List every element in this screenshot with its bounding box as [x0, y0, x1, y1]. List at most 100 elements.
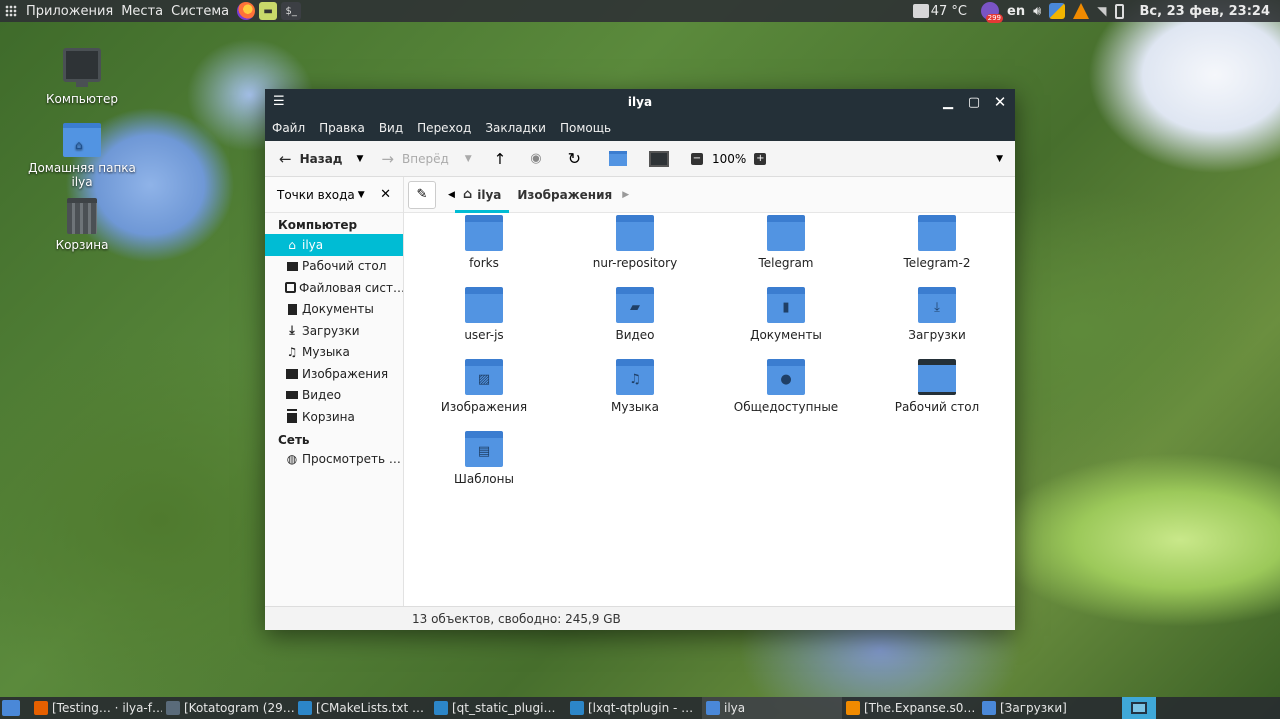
top-panel: Приложения Места Система ▬ $_ 47 °C 299 … [0, 0, 1280, 23]
sidebar-item-documents[interactable]: Документы [265, 299, 403, 321]
taskbar-item-label: ilya [724, 701, 746, 715]
sidebar-item-label: Рабочий стол [302, 259, 387, 274]
menu-file[interactable]: Файл [272, 121, 305, 135]
taskbar: [Testing… · ilya-f… [Kotatogram (29… [CMak… [0, 697, 1280, 719]
sidebar-item-videos[interactable]: Видео [265, 385, 403, 407]
file-name: Музыка [611, 400, 659, 414]
reload-button[interactable]: ↻ [568, 149, 581, 168]
back-history-dropdown[interactable]: ▼ [356, 154, 363, 164]
menu-view[interactable]: Вид [379, 121, 403, 135]
stop-button[interactable]: ◉ [530, 151, 541, 166]
file-item[interactable]: ▰ Видео [565, 287, 705, 342]
titlebar[interactable]: ☰ ilya ▁ ▢ ✕ [265, 89, 1015, 115]
trash-icon [285, 410, 299, 424]
taskbar-item[interactable]: [qt_static_plugi… [430, 697, 566, 719]
vlc-tray-icon[interactable] [1073, 3, 1090, 19]
sidebar-item-label: Файловая сист… [299, 280, 403, 295]
file-item[interactable]: ● Общедоступные [716, 359, 856, 414]
keyboard-layout[interactable]: en [1007, 4, 1025, 19]
close-sidebar-button[interactable]: ✕ [380, 187, 391, 202]
file-item[interactable]: Telegram-2 [867, 215, 1007, 270]
home-icon: ⌂ [462, 187, 473, 202]
volume-icon[interactable]: 🔊︎ [1033, 4, 1041, 19]
wifi-icon[interactable]: ◥ [1097, 4, 1106, 18]
menu-edit[interactable]: Правка [319, 121, 365, 135]
taskbar-item[interactable]: [The.Expanse.s0… [842, 697, 978, 719]
desktop-icon-computer[interactable]: Компьютер [22, 48, 142, 106]
scroll-left-icon[interactable]: ◀ [448, 190, 455, 200]
sidebar-item-trash[interactable]: Корзина [265, 406, 403, 428]
crumb-pictures[interactable]: Изображения [509, 177, 620, 213]
up-button[interactable]: ↑ [494, 150, 507, 168]
show-desktop-button[interactable] [1122, 697, 1156, 719]
menu-help[interactable]: Помощь [560, 121, 611, 135]
network-manager-icon[interactable] [1049, 3, 1066, 19]
crumb-home[interactable]: ⌂ ilya [454, 177, 510, 213]
app-icon [298, 701, 312, 715]
file-item[interactable]: ▨ Изображения [414, 359, 554, 414]
sidebar-item-filesystem[interactable]: Файловая сист… [265, 277, 403, 299]
app-icon [34, 701, 48, 715]
maximize-button[interactable]: ▢ [965, 93, 983, 111]
forward-button[interactable]: → Вперёд [381, 145, 448, 173]
menu-places[interactable]: Места [117, 4, 167, 19]
chevron-down-icon: ▼ [357, 189, 365, 200]
battery-icon[interactable] [1114, 3, 1124, 19]
taskbar-item[interactable]: [Kotatogram (29… [162, 697, 294, 719]
file-item[interactable]: ▮ Документы [716, 287, 856, 342]
toolbar-overflow-dropdown[interactable]: ▼ [996, 154, 1003, 164]
scroll-right-icon[interactable]: ▶ [622, 190, 629, 200]
close-button[interactable]: ✕ [991, 93, 1009, 111]
menu-bookmarks[interactable]: Закладки [485, 121, 546, 135]
clock[interactable]: Вс, 23 фев, 23:24 [1140, 4, 1270, 19]
messenger-tray-icon[interactable]: 299 [981, 2, 1003, 23]
file-item[interactable]: ▤ Шаблоны [414, 431, 554, 486]
sidebar-item-music[interactable]: ♫ Музыка [265, 342, 403, 364]
terminal-launcher-icon[interactable]: $_ [281, 2, 302, 20]
taskbar-item-label: [CMakeLists.txt … [316, 701, 425, 715]
taskbar-item[interactable]: [Testing… · ilya-f… [30, 697, 162, 719]
menu-go[interactable]: Переход [417, 121, 471, 135]
text-editor-launcher-icon[interactable]: ▬ [259, 2, 278, 20]
taskbar-item[interactable]: ilya [702, 697, 842, 719]
start-menu-button[interactable] [0, 697, 22, 719]
forward-history-dropdown[interactable]: ▼ [465, 154, 472, 164]
computer-button[interactable] [649, 150, 669, 167]
desktop-icon-home[interactable]: ⌂ Домашняя папка ilya [22, 123, 142, 189]
apps-grid-icon[interactable] [0, 0, 22, 22]
desktop-icon-trash[interactable]: Корзина [22, 198, 142, 252]
firefox-launcher-icon[interactable] [237, 2, 256, 20]
zoom-out-button[interactable]: − [691, 152, 703, 165]
file-item[interactable]: user-js [414, 287, 554, 342]
taskbar-item[interactable]: [Загрузки] [978, 697, 1078, 719]
file-item[interactable]: Рабочий стол [867, 359, 1007, 414]
taskbar-item[interactable]: [lxqt-qtplugin - … [566, 697, 702, 719]
places-selector[interactable]: Точки входа ▼ ✕ [265, 177, 403, 213]
sidebar-item-desktop[interactable]: Рабочий стол [265, 256, 403, 278]
menu-system[interactable]: Система [167, 4, 233, 19]
file-name: Общедоступные [733, 400, 839, 414]
folder-icon [767, 215, 805, 251]
sidebar-item-downloads[interactable]: ⤓ Загрузки [265, 320, 403, 342]
notification-badge: 299 [985, 14, 1003, 23]
drive-icon [285, 281, 296, 295]
sidebar-item-label: Загрузки [302, 323, 360, 338]
edit-path-button[interactable]: ✎ [408, 180, 436, 209]
menu-applications[interactable]: Приложения [22, 4, 117, 19]
file-item[interactable]: ♫ Музыка [565, 359, 705, 414]
back-button[interactable]: ← Назад [279, 145, 342, 173]
minimize-button[interactable]: ▁ [939, 93, 957, 111]
taskbar-item[interactable]: [CMakeLists.txt … [294, 697, 430, 719]
zoom-in-button[interactable]: + [754, 152, 767, 165]
home-folder-button[interactable] [609, 151, 627, 166]
folder-icon [465, 215, 503, 251]
file-item[interactable]: Telegram [716, 215, 856, 270]
file-item[interactable]: nur-repository [565, 215, 705, 270]
file-item[interactable]: ⤓ Загрузки [867, 287, 1007, 342]
file-item[interactable]: forks [414, 215, 554, 270]
app-icon [982, 701, 996, 715]
sidebar-item-browse-network[interactable]: ◍ Просмотреть … [265, 449, 403, 471]
sidebar-item-pictures[interactable]: Изображения [265, 363, 403, 385]
sidebar-item-home[interactable]: ⌂ ilya [265, 234, 403, 256]
taskbar-item-label: [The.Expanse.s0… [864, 701, 976, 715]
